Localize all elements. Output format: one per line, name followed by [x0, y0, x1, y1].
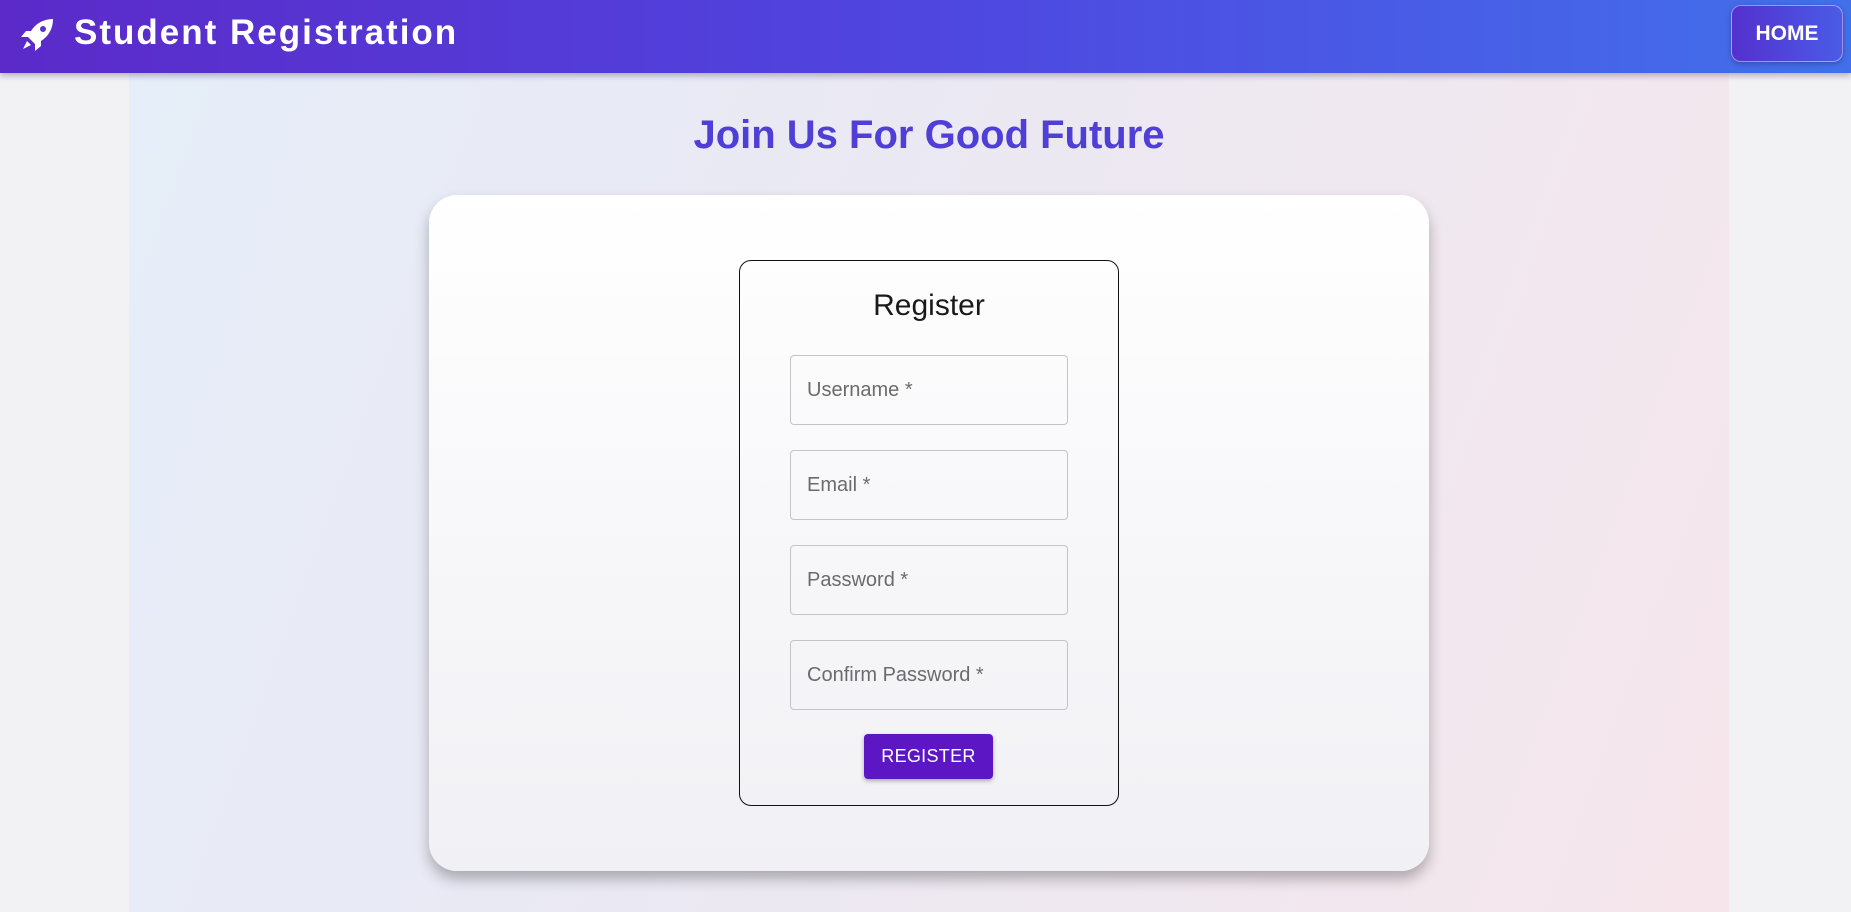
- email-field[interactable]: Email *: [790, 450, 1068, 520]
- username-placeholder: Username *: [807, 378, 913, 401]
- rocket-icon: [18, 16, 56, 54]
- username-field[interactable]: Username *: [790, 355, 1068, 425]
- password-placeholder: Password *: [807, 568, 909, 591]
- app-bar: Student Registration HOME: [0, 0, 1851, 73]
- email-placeholder: Email *: [807, 473, 871, 496]
- registration-card: Register Username * Email * Password * C…: [429, 195, 1429, 871]
- home-button[interactable]: HOME: [1731, 5, 1843, 62]
- page-heading: Join Us For Good Future: [693, 113, 1165, 157]
- app-title: Student Registration: [74, 13, 459, 52]
- main-content: Join Us For Good Future Register Usernam…: [129, 73, 1729, 912]
- form-title: Register: [873, 289, 985, 322]
- confirm-password-field[interactable]: Confirm Password *: [790, 640, 1068, 710]
- register-form: Register Username * Email * Password * C…: [739, 260, 1119, 806]
- confirm-password-placeholder: Confirm Password *: [807, 663, 984, 686]
- password-field[interactable]: Password *: [790, 545, 1068, 615]
- register-button[interactable]: REGISTER: [864, 734, 993, 779]
